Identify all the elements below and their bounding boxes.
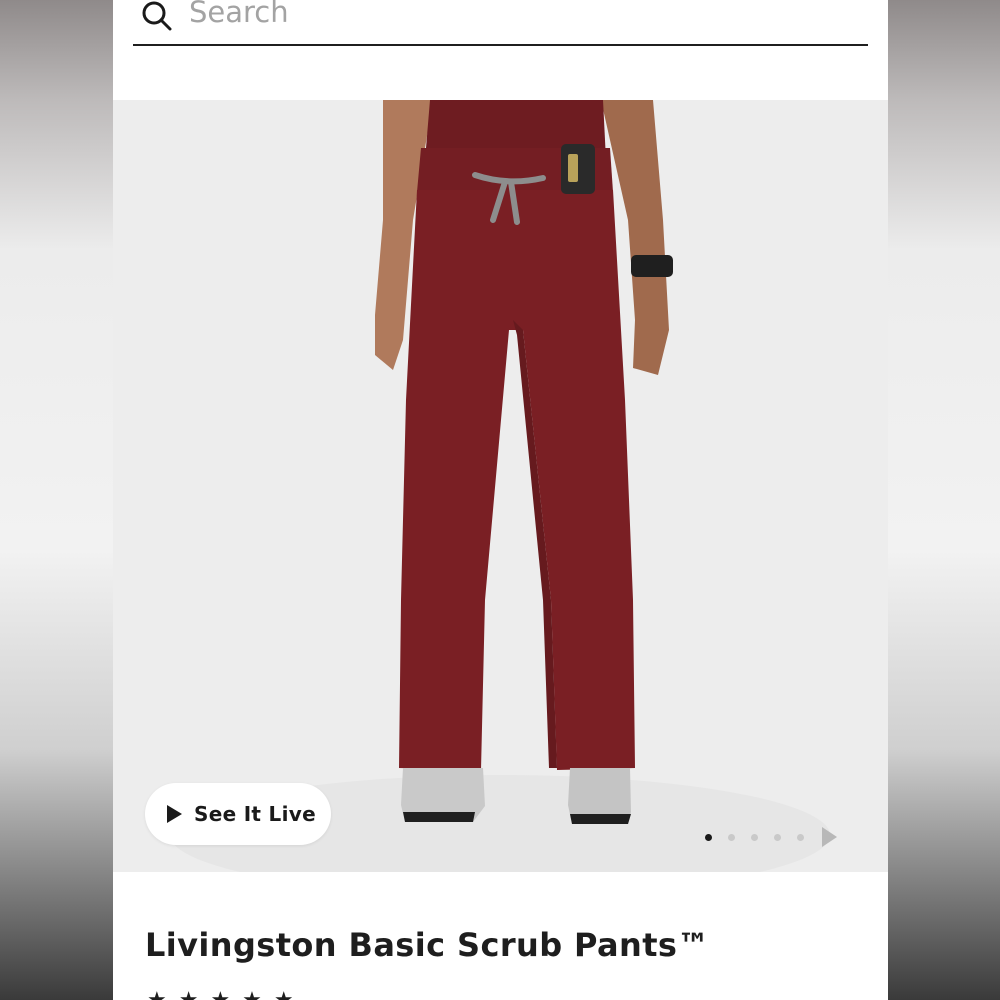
carousel-dot[interactable] (797, 833, 804, 841)
carousel-dot[interactable] (774, 833, 781, 841)
see-it-live-button[interactable]: See It Live (145, 783, 331, 845)
search-bar[interactable] (133, 0, 868, 46)
product-page: See It Live Livingston Basic Scrub Pants… (113, 0, 888, 1000)
carousel-dot[interactable] (705, 833, 712, 841)
carousel-dot[interactable] (751, 833, 758, 841)
rating-stars[interactable]: ★★★★★ (147, 988, 306, 1000)
play-icon (167, 805, 182, 823)
carousel-dot[interactable] (728, 833, 735, 841)
see-it-live-label: See It Live (194, 802, 316, 826)
carousel-next-icon[interactable] (822, 827, 837, 847)
product-title: Livingston Basic Scrub Pants™ (145, 926, 710, 964)
search-icon (142, 1, 172, 31)
carousel-indicator (705, 827, 837, 847)
product-image[interactable]: See It Live (113, 100, 888, 872)
search-input[interactable] (187, 0, 791, 30)
model-photo (113, 100, 888, 872)
